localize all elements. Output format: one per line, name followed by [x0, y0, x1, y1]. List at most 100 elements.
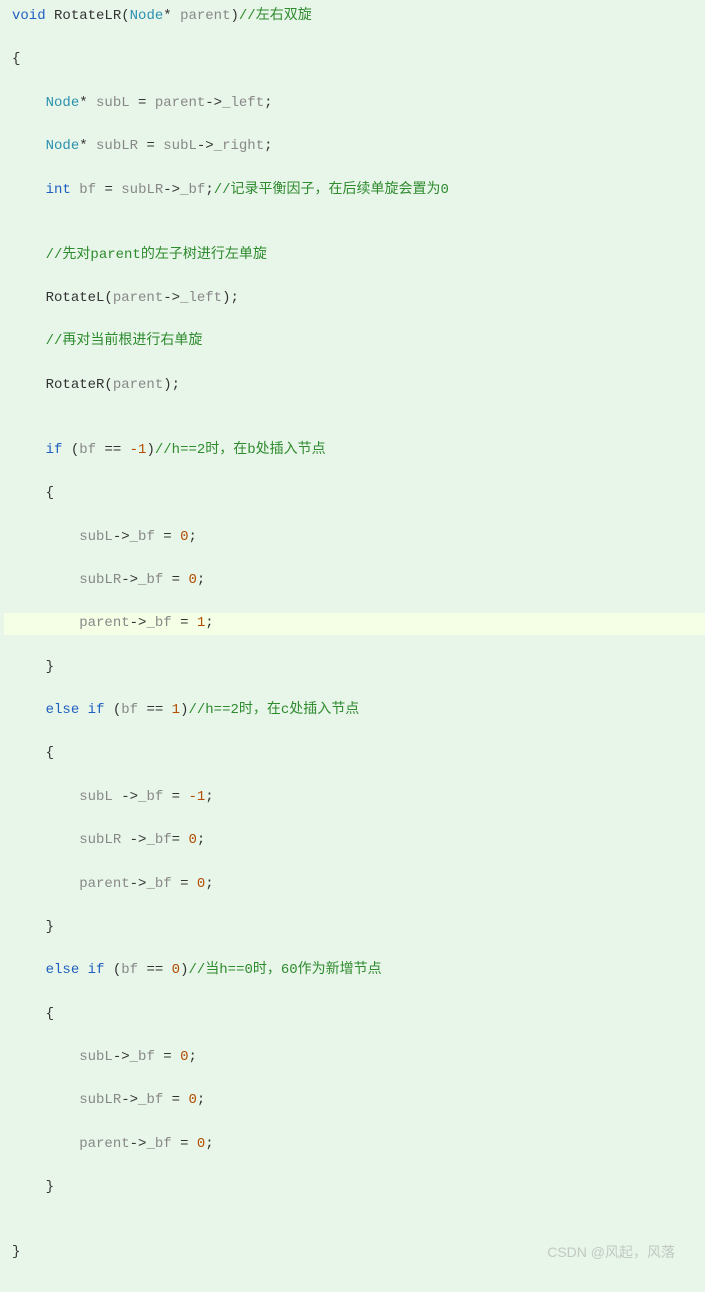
code-line: parent->_bf = 0; [4, 1134, 705, 1156]
token-punct: -> [130, 1136, 147, 1152]
token-punct: ( [104, 962, 121, 978]
token-punct [12, 247, 46, 263]
token-ident: subLR [79, 572, 121, 588]
token-punct [12, 529, 79, 545]
token-ident: subLR [121, 182, 163, 198]
token-type: Node [130, 8, 164, 24]
token-punct: } [12, 919, 54, 935]
token-ident: _bf [130, 1049, 155, 1065]
token-punct: } [12, 659, 54, 675]
token-comment: //先对parent的左子树进行左单旋 [46, 247, 267, 263]
token-punct: ; [188, 1049, 196, 1065]
token-punct: ; [197, 1092, 205, 1108]
token-num: 0 [197, 1136, 205, 1152]
token-ident: bf [121, 702, 138, 718]
code-line: } [4, 917, 705, 939]
token-punct: * [79, 95, 96, 111]
token-punct: = [138, 138, 163, 154]
token-punct: = [163, 789, 188, 805]
token-num: -1 [188, 789, 205, 805]
token-punct: ( [121, 8, 129, 24]
token-punct [12, 702, 46, 718]
token-punct: ; [264, 138, 272, 154]
token-punct: ) [230, 8, 238, 24]
token-type: Node [46, 95, 80, 111]
token-kw: if [46, 442, 63, 458]
code-line: Node* subLR = subL->_right; [4, 136, 705, 158]
token-punct: ) [146, 442, 154, 458]
token-punct: ; [264, 95, 272, 111]
token-punct [12, 333, 46, 349]
token-punct [12, 1092, 79, 1108]
token-punct [12, 442, 46, 458]
token-ident: subL [163, 138, 197, 154]
code-line: { [4, 49, 705, 71]
token-ident: subL [79, 529, 113, 545]
token-ident: parent [113, 377, 163, 393]
code-line: void RotateLR(Node* parent)//左右双旋 [4, 6, 705, 28]
code-line: //再对当前根进行右单旋 [4, 331, 705, 353]
token-ident: _bf [138, 789, 163, 805]
token-punct: = [172, 876, 197, 892]
token-punct: -> [197, 138, 214, 154]
code-line: } [4, 657, 705, 679]
token-comment: //再对当前根进行右单旋 [46, 333, 203, 349]
token-punct: = [172, 832, 189, 848]
token-num: 0 [188, 1092, 196, 1108]
token-num: 1 [172, 702, 180, 718]
token-punct: * [79, 138, 96, 154]
token-punct [12, 789, 79, 805]
token-punct: = [163, 572, 188, 588]
code-line: if (bf == -1)//h==2时，在b处插入节点 [4, 440, 705, 462]
code-line: { [4, 743, 705, 765]
token-punct: -> [121, 1092, 138, 1108]
token-kw: else if [46, 962, 105, 978]
token-punct: ( [104, 377, 112, 393]
token-comment: //h==2时，在c处插入节点 [188, 702, 359, 718]
code-line: } [4, 1242, 705, 1264]
token-num: 0 [172, 962, 180, 978]
token-punct: ; [197, 832, 205, 848]
token-punct: ) [180, 962, 188, 978]
token-ident: _bf [180, 182, 205, 198]
token-punct: = [96, 182, 121, 198]
code-line: { [4, 1004, 705, 1026]
token-punct: -> [130, 876, 147, 892]
token-punct: { [12, 745, 54, 761]
code-line: subL ->_bf = -1; [4, 787, 705, 809]
token-punct: ; [205, 1136, 213, 1152]
token-punct [12, 1136, 79, 1152]
token-kw: int [46, 182, 71, 198]
token-ident: _bf [138, 1092, 163, 1108]
token-comment: //当h==0时，60作为新增节点 [188, 962, 381, 978]
token-ident: parent [79, 615, 129, 631]
token-ident: bf [121, 962, 138, 978]
token-punct [12, 876, 79, 892]
token-ident: subLR [79, 832, 121, 848]
token-num: -1 [130, 442, 147, 458]
token-ident: parent [113, 290, 163, 306]
token-num: 0 [180, 1049, 188, 1065]
token-ident: _bf [138, 572, 163, 588]
token-kw: else if [46, 702, 105, 718]
token-ident: subL [79, 789, 113, 805]
code-block: void RotateLR(Node* parent)//左右双旋 { Node… [0, 0, 705, 1292]
token-punct [46, 8, 54, 24]
token-punct: -> [163, 290, 180, 306]
token-ident: parent [155, 95, 205, 111]
code-line: else if (bf == 1)//h==2时，在c处插入节点 [4, 700, 705, 722]
token-punct [12, 290, 46, 306]
token-comment: //左右双旋 [239, 8, 312, 24]
token-punct [12, 962, 46, 978]
token-ident: _bf [130, 529, 155, 545]
code-line: subLR->_bf = 0; [4, 570, 705, 592]
token-punct: -> [163, 182, 180, 198]
token-ident: _bf [146, 615, 171, 631]
token-ident: parent [79, 876, 129, 892]
token-punct: { [12, 485, 54, 501]
token-ident: parent [180, 8, 230, 24]
token-punct: ( [62, 442, 79, 458]
token-punct: = [172, 1136, 197, 1152]
code-line: RotateR(parent); [4, 375, 705, 397]
token-punct [12, 832, 79, 848]
